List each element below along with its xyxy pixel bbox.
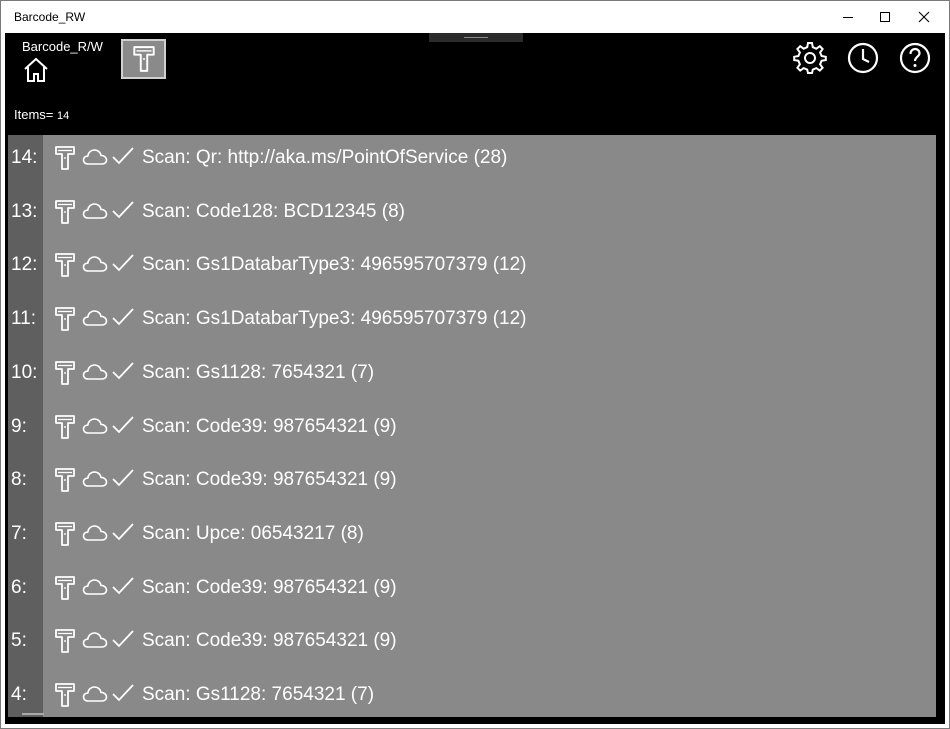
cloud-icon	[82, 578, 108, 595]
cloud-icon	[82, 417, 108, 434]
scan-list-item[interactable]: 6: Scan: Code39: 987654321 (9)	[8, 565, 936, 619]
barcode-scanner-icon	[55, 307, 75, 331]
settings-button[interactable]	[793, 41, 827, 75]
cloud-icon	[82, 256, 108, 273]
scan-index: 11:	[11, 308, 37, 330]
maximize-button[interactable]	[865, 1, 905, 33]
scan-index: 6:	[11, 576, 27, 598]
scan-index: 13:	[11, 200, 38, 222]
cloud-icon	[82, 149, 108, 165]
scan-index: 9:	[11, 415, 27, 437]
barcode-scanner-icon	[55, 199, 75, 224]
barcode-scanner-icon	[55, 360, 75, 385]
scan-list-item[interactable]: 10: Scan: Gs1128: 7654321 (7)	[8, 350, 936, 404]
checkmark-icon	[112, 684, 134, 702]
minimize-icon	[843, 17, 853, 18]
items-label: Items=	[14, 107, 54, 122]
maximize-icon	[880, 12, 890, 22]
scan-index: 4:	[11, 684, 27, 705]
scan-index: 7:	[11, 522, 27, 544]
scan-list-item[interactable]: 13: Scan: Code128: BCD12345 (8)	[8, 189, 936, 243]
scan-text: Scan: Gs1DatabarType3: 496595707379 (12)	[142, 308, 527, 330]
home-button[interactable]	[19, 55, 53, 85]
items-count: Items= 14	[14, 107, 69, 122]
cloud-icon	[82, 525, 108, 541]
scan-list-item[interactable]: 7: Scan: Upce: 06543217 (8)	[8, 511, 936, 565]
scan-list-item[interactable]: 4: Scan: Gs1128: 7654321 (7)	[8, 672, 936, 717]
scan-text: Scan: Code39: 987654321 (9)	[142, 415, 397, 437]
scan-text: Scan: Code39: 987654321 (9)	[142, 576, 397, 598]
window-title: Barcode_RW	[14, 10, 86, 24]
checkmark-icon	[112, 254, 134, 272]
scan-list-item[interactable]: 8: Scan: Code39: 987654321 (9)	[8, 457, 936, 511]
checkmark-icon	[112, 576, 134, 594]
minimize-button[interactable]	[828, 1, 868, 33]
scan-text: Scan: Gs1128: 7654321 (7)	[142, 684, 375, 705]
scan-button[interactable]	[121, 39, 166, 79]
scan-list-item[interactable]: 5: Scan: Code39: 987654321 (9)	[8, 618, 936, 672]
items-count-value: 14	[57, 110, 70, 122]
scan-index: 8:	[11, 469, 27, 491]
history-button[interactable]	[846, 41, 880, 75]
scan-list-item[interactable]: 11: Scan: Gs1DatabarType3: 496595707379 …	[8, 296, 936, 350]
close-button[interactable]	[904, 1, 944, 33]
barcode-scanner-icon	[55, 521, 75, 546]
app-window: Barcode_RW Barcode_R/W Items= 14 14: Sca…	[0, 0, 950, 729]
cloud-icon	[82, 471, 108, 487]
scan-text: Scan: Gs1128: 7654321 (7)	[142, 361, 375, 383]
scan-text: Scan: Code128: BCD12345 (8)	[142, 200, 405, 222]
scan-list[interactable]: 14: Scan: Qr: http://aka.ms/PointOfServi…	[8, 135, 936, 717]
cloud-icon	[82, 686, 108, 702]
gear-icon	[793, 42, 827, 74]
cloud-icon	[82, 310, 108, 326]
barcode-scanner-icon	[55, 629, 75, 654]
cloud-icon	[82, 632, 108, 649]
barcode-scanner-icon	[55, 253, 75, 278]
barcode-scanner-icon	[55, 146, 75, 170]
scan-text: Scan: Gs1DatabarType3: 496595707379 (12)	[142, 254, 527, 276]
home-icon	[24, 57, 48, 82]
cloud-icon	[82, 202, 108, 219]
scan-text: Scan: Code39: 987654321 (9)	[142, 630, 397, 652]
cloud-icon	[82, 363, 108, 380]
drag-handle[interactable]	[429, 33, 523, 42]
scan-text: Scan: Code39: 987654321 (9)	[142, 469, 397, 491]
scan-text: Scan: Qr: http://aka.ms/PointOfService (…	[142, 147, 508, 168]
scan-index: 5:	[11, 630, 27, 652]
checkmark-icon	[112, 523, 134, 541]
title-bar: Barcode_RW	[1, 1, 949, 33]
help-icon	[899, 42, 931, 74]
barcode-scanner-icon	[55, 468, 75, 493]
scan-index: 14:	[11, 147, 38, 168]
scan-index: 12:	[11, 254, 38, 276]
scan-text: Scan: Upce: 06543217 (8)	[142, 522, 364, 544]
checkmark-icon	[112, 308, 134, 326]
checkmark-icon	[112, 630, 134, 648]
checkmark-icon	[112, 469, 134, 487]
scan-index: 10:	[11, 361, 38, 383]
checkmark-icon	[112, 147, 134, 165]
barcode-scanner-icon	[55, 575, 75, 600]
scan-list-item[interactable]: 12: Scan: Gs1DatabarType3: 496595707379 …	[8, 242, 936, 296]
barcode-scanner-icon	[55, 414, 75, 439]
barcode-scanner-icon	[132, 46, 155, 72]
checkmark-icon	[112, 362, 134, 380]
checkmark-icon	[112, 415, 134, 433]
checkmark-icon	[112, 201, 134, 218]
close-icon	[918, 11, 930, 23]
clock-icon	[847, 42, 879, 74]
help-button[interactable]	[898, 41, 932, 75]
app-content: Barcode_R/W Items= 14 14: Scan: Qr: http…	[5, 33, 945, 724]
scan-list-item[interactable]: 14: Scan: Qr: http://aka.ms/PointOfServi…	[8, 135, 936, 189]
app-title: Barcode_R/W	[22, 39, 103, 54]
barcode-scanner-icon	[55, 683, 75, 707]
scan-list-item[interactable]: 9: Scan: Code39: 987654321 (9)	[8, 404, 936, 458]
